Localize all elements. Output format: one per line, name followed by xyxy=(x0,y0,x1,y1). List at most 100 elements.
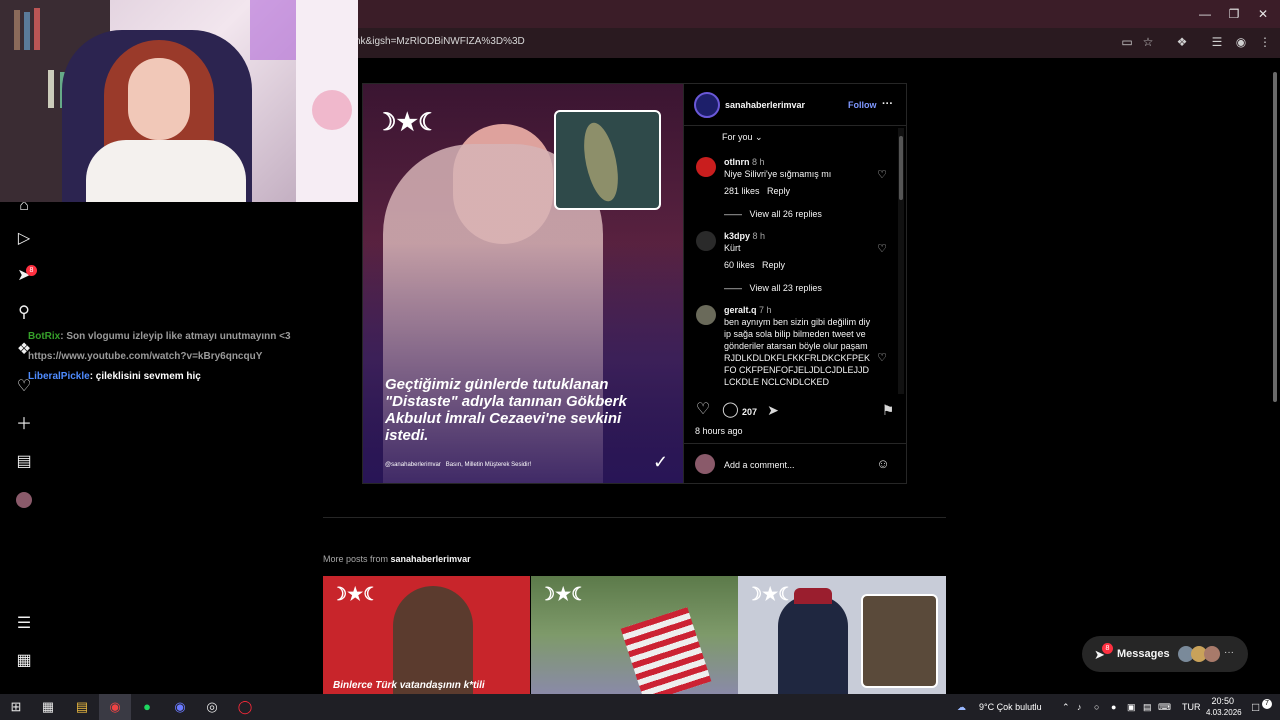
security-icon[interactable]: ▣ xyxy=(1127,694,1136,720)
more-menu-icon[interactable]: ☰ xyxy=(14,614,34,634)
profile-icon[interactable]: ◉ xyxy=(1233,34,1249,50)
comment-meta: 281 likes Reply xyxy=(724,185,790,197)
clock-date: 4.03.2026 xyxy=(1206,708,1242,717)
view-replies[interactable]: —— View all 23 replies xyxy=(724,282,822,294)
chat-message: https://www.youtube.com/watch?v=kBry6qnc… xyxy=(28,351,263,362)
bookmark-star-icon[interactable]: ☆ xyxy=(1140,34,1156,50)
microphone-icon[interactable]: ● xyxy=(1111,694,1116,720)
author-avatar[interactable] xyxy=(694,92,720,118)
input-language[interactable]: TUR xyxy=(1182,694,1201,720)
comment-time: 8 h xyxy=(752,157,765,167)
comment-header: k3dpy 8 h xyxy=(724,230,765,242)
webcam-overlay xyxy=(0,0,358,202)
keyboard-icon[interactable]: ⌨ xyxy=(1158,694,1171,720)
speaker-icon[interactable]: ♪ xyxy=(1077,694,1082,720)
follow-button[interactable]: Follow xyxy=(848,100,877,110)
notification-count-badge: 7 xyxy=(1262,699,1272,709)
comment-text: Niye Silivri'ye sığmamış mı xyxy=(724,169,832,179)
minimize-icon[interactable]: — xyxy=(1190,4,1220,24)
opera-icon[interactable]: ◯ xyxy=(229,694,261,720)
save-bookmark-icon[interactable]: ⚑ xyxy=(881,403,895,420)
clock[interactable]: 20:50 4.03.2026 xyxy=(1206,696,1242,720)
file-explorer-icon[interactable]: ▤ xyxy=(66,694,98,720)
more-post-thumbnail[interactable]: ☽★☾ xyxy=(738,576,946,694)
obs-icon[interactable]: ◎ xyxy=(196,694,228,720)
restore-icon[interactable]: ❐ xyxy=(1219,4,1249,24)
book xyxy=(24,12,30,50)
notifications-badge: 8 xyxy=(26,265,37,276)
also-from-meta-icon[interactable]: ▦ xyxy=(14,651,34,671)
profile-avatar[interactable] xyxy=(16,492,32,508)
media-control-icon[interactable]: ☰ xyxy=(1209,34,1225,50)
weather-icon[interactable]: ☁ xyxy=(957,694,966,720)
reply-button[interactable]: Reply xyxy=(767,186,790,196)
show-hidden-icons[interactable]: ⌃ xyxy=(1062,694,1070,720)
address-bar-url[interactable]: nk&igsh=MzRlODBiNWFIZA%3D%3D xyxy=(355,36,525,47)
comment-like-icon[interactable]: ♡ xyxy=(876,169,888,181)
network-icon[interactable]: ▤ xyxy=(1143,694,1152,720)
comment-like-icon[interactable]: ♡ xyxy=(876,352,888,364)
inset-photo xyxy=(861,594,938,688)
more-post-thumbnail[interactable]: ☽★☾ xyxy=(531,576,738,694)
share-icon[interactable]: ➤ xyxy=(765,403,781,420)
post-options-icon[interactable]: ··· xyxy=(882,98,893,110)
comment-username[interactable]: otlnrn xyxy=(724,157,750,167)
comment-likes[interactable]: 60 likes xyxy=(724,260,755,270)
brand-logo-icon: ☽★☾ xyxy=(331,584,380,604)
more-post-thumbnail[interactable]: ☽★☾ Binlerce Türk vatandaşının k*tili xyxy=(323,576,530,694)
comment-icon[interactable]: ◯ xyxy=(722,402,739,420)
more-posts-prefix: More posts from xyxy=(323,554,389,564)
flag-shape xyxy=(620,607,712,694)
create-icon[interactable]: ＋ xyxy=(14,415,34,435)
view-replies-label: View all 23 replies xyxy=(749,283,822,293)
comment-username[interactable]: k3dpy xyxy=(724,231,750,241)
add-comment-input[interactable]: Add a comment... xyxy=(724,459,795,471)
thumbnail-person xyxy=(393,586,473,694)
comment-likes[interactable]: 281 likes xyxy=(724,186,760,196)
comments-scrollbar[interactable] xyxy=(898,128,904,394)
search-icon[interactable]: ⚲ xyxy=(14,303,34,323)
chat-user: BotRix xyxy=(28,331,61,342)
more-posts-heading: More posts from sanahaberlerimvar xyxy=(323,554,471,564)
like-icon[interactable]: ♡ xyxy=(695,402,711,420)
brand-logo-icon: ☽★☾ xyxy=(539,584,588,604)
comment-text: Kürt xyxy=(724,243,741,253)
post-image[interactable]: ☽★☾ Geçtiğimiz günlerde tutuklanan "Dist… xyxy=(363,84,683,483)
reply-button[interactable]: Reply xyxy=(762,260,785,270)
start-icon[interactable]: ⊞ xyxy=(0,694,32,720)
tray-app-icon[interactable]: ○ xyxy=(1094,694,1099,720)
chrome-icon[interactable]: ◉ xyxy=(99,694,131,720)
task-view-icon[interactable]: ▦ xyxy=(32,694,64,720)
view-replies[interactable]: —— View all 26 replies xyxy=(724,208,822,220)
comment-text: ben aynıym ben sizin gibi değilim diyip … xyxy=(724,317,871,387)
browser-menu-icon[interactable]: ⋮ xyxy=(1257,34,1273,50)
page-scrollbar[interactable] xyxy=(1272,72,1278,692)
commenter-avatar[interactable] xyxy=(696,305,716,325)
satellite-map-inset xyxy=(554,110,661,210)
reels-icon[interactable]: ▷ xyxy=(14,229,34,249)
messages-button[interactable]: ➤ 8 Messages ··· xyxy=(1082,636,1248,672)
notification-center-icon[interactable]: □ xyxy=(1252,694,1259,720)
extensions-icon[interactable]: ❖ xyxy=(1174,34,1190,50)
commenter-avatar[interactable] xyxy=(696,157,716,177)
spotify-icon[interactable]: ● xyxy=(131,694,163,720)
comment-sort-dropdown[interactable]: For you ⌄ xyxy=(722,131,763,143)
footer-tagline: Basın, Milletin Müşterek Sesidir! xyxy=(445,462,532,468)
weather-status[interactable]: 9°C Çok bulutlu xyxy=(979,694,1042,720)
dashboard-icon[interactable]: ▤ xyxy=(14,452,34,472)
commenter-avatar[interactable] xyxy=(696,231,716,251)
purple-light xyxy=(250,0,300,60)
emoji-icon[interactable]: ☺ xyxy=(876,457,890,472)
comment-username[interactable]: geralt.q xyxy=(724,305,757,315)
streamer-shirt xyxy=(86,140,246,202)
comments-scrollbar-thumb[interactable] xyxy=(899,136,903,200)
comment-like-icon[interactable]: ♡ xyxy=(876,243,888,255)
author-username[interactable]: sanahaberlerimvar xyxy=(725,100,805,110)
close-icon[interactable]: ✕ xyxy=(1248,4,1278,24)
page-scrollbar-thumb[interactable] xyxy=(1273,72,1277,402)
view-replies-label: View all 26 replies xyxy=(749,209,822,219)
more-posts-author[interactable]: sanahaberlerimvar xyxy=(391,554,471,564)
brand-logo-icon: ☽★☾ xyxy=(746,584,795,604)
discord-icon[interactable]: ◉ xyxy=(164,694,196,720)
install-app-icon[interactable]: ▭ xyxy=(1119,34,1135,50)
